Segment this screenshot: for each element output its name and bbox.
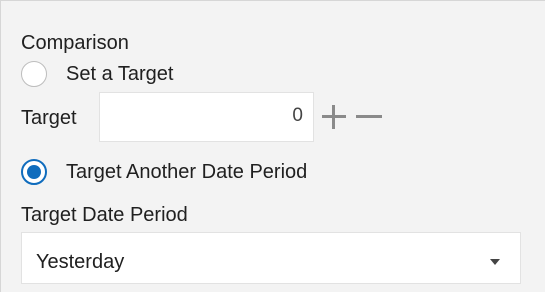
target-input-value: 0 <box>292 105 303 126</box>
set-target-label[interactable]: Set a Target <box>66 62 173 86</box>
target-date-period-value: Yesterday <box>36 251 125 273</box>
target-another-date-period-label[interactable]: Target Another Date Period <box>66 160 307 184</box>
radio-selected-dot <box>27 165 41 179</box>
plus-icon[interactable] <box>320 105 348 129</box>
set-target-radio[interactable] <box>21 61 47 87</box>
target-input[interactable]: 0 <box>99 92 314 142</box>
target-date-period-select[interactable]: Yesterday <box>21 232 521 284</box>
target-another-date-period-radio[interactable] <box>21 159 47 185</box>
comparison-heading: Comparison <box>21 32 129 54</box>
comparison-panel: Comparison Set a Target Target 0 Target … <box>0 0 545 292</box>
target-date-period-label: Target Date Period <box>21 204 188 226</box>
minus-icon[interactable] <box>354 105 384 129</box>
target-label: Target <box>21 107 77 129</box>
chevron-down-icon[interactable] <box>490 259 500 265</box>
